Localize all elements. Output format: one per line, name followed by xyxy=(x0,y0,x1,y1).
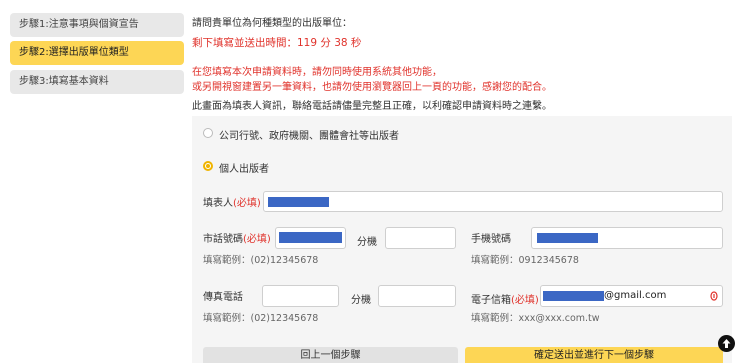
step-1-notice[interactable]: 步驟1:注意事項與個資宣告 xyxy=(10,13,184,37)
phone-hint: 填寫範例：(02)12345678 xyxy=(203,255,319,266)
required-mark: (必填) xyxy=(511,295,539,306)
next-step-button[interactable]: 確定送出並進行下一個步驟 xyxy=(465,347,723,363)
phone-ext-label: 分機 xyxy=(357,237,377,248)
warning-line-1: 在您填寫本次申請資料時，請勿同時使用系統其他功能， xyxy=(192,67,442,78)
redacted-phone xyxy=(279,232,342,243)
radio-organization-label[interactable]: 公司行號、政府機關、團體會社等出版者 xyxy=(219,127,399,142)
arrow-up-icon xyxy=(722,339,731,348)
redacted-mobile xyxy=(537,233,598,243)
phone-label-text: 市話號碼 xyxy=(203,234,243,245)
radio-individual[interactable] xyxy=(203,161,213,171)
required-mark: (必填) xyxy=(233,198,261,209)
email-label: 電子信箱(必填) xyxy=(471,291,539,306)
mobile-hint: 填寫範例：0912345678 xyxy=(471,255,579,266)
fax-ext-input[interactable] xyxy=(378,285,456,307)
filler-label-text: 填表人 xyxy=(203,198,233,209)
phone-label: 市話號碼(必填) xyxy=(203,230,271,245)
redacted-name xyxy=(268,197,329,207)
mobile-label: 手機號碼 xyxy=(471,234,511,245)
radio-organization[interactable] xyxy=(203,128,213,138)
phone-ext-input[interactable] xyxy=(385,227,456,249)
countdown-timer: 剩下填寫並送出時間：119 分 38 秒 xyxy=(192,37,362,49)
email-label-text: 電子信箱 xyxy=(471,295,511,306)
step-3-basic-info[interactable]: 步驟3:填寫基本資料 xyxy=(10,70,184,94)
fax-input[interactable] xyxy=(262,285,339,307)
filler-name-input[interactable] xyxy=(263,191,723,212)
step-2-select-type[interactable]: 步驟2:選擇出版單位類型 xyxy=(10,41,184,65)
notice-text: 此畫面為填表人資訊，聯絡電話請儘量完整且正確，以利確認申請資料時之連繫。 xyxy=(192,101,552,112)
prev-step-button[interactable]: 回上一個步驟 xyxy=(203,347,458,363)
radio-individual-label[interactable]: 個人出版者 xyxy=(219,160,269,175)
eye-icon[interactable] xyxy=(710,291,718,301)
email-value: @gmail.com xyxy=(604,290,667,301)
redacted-email xyxy=(543,291,604,301)
required-mark: (必填) xyxy=(243,234,271,245)
question-text: 請問貴單位為何種類型的出版單位： xyxy=(192,18,352,29)
fax-hint: 填寫範例：(02)12345678 xyxy=(203,313,319,324)
fax-ext-label: 分機 xyxy=(351,295,371,306)
email-hint: 填寫範例：xxx@xxx.com.tw xyxy=(471,313,600,324)
back-to-top-button[interactable] xyxy=(718,335,735,352)
fax-label: 傳真電話 xyxy=(203,292,243,303)
warning-line-2: 或另開視窗建置另一筆資料，也請勿使用瀏覽器回上一頁的功能，感謝您的配合。 xyxy=(192,82,552,93)
filler-label: 填表人(必填) xyxy=(203,194,261,209)
